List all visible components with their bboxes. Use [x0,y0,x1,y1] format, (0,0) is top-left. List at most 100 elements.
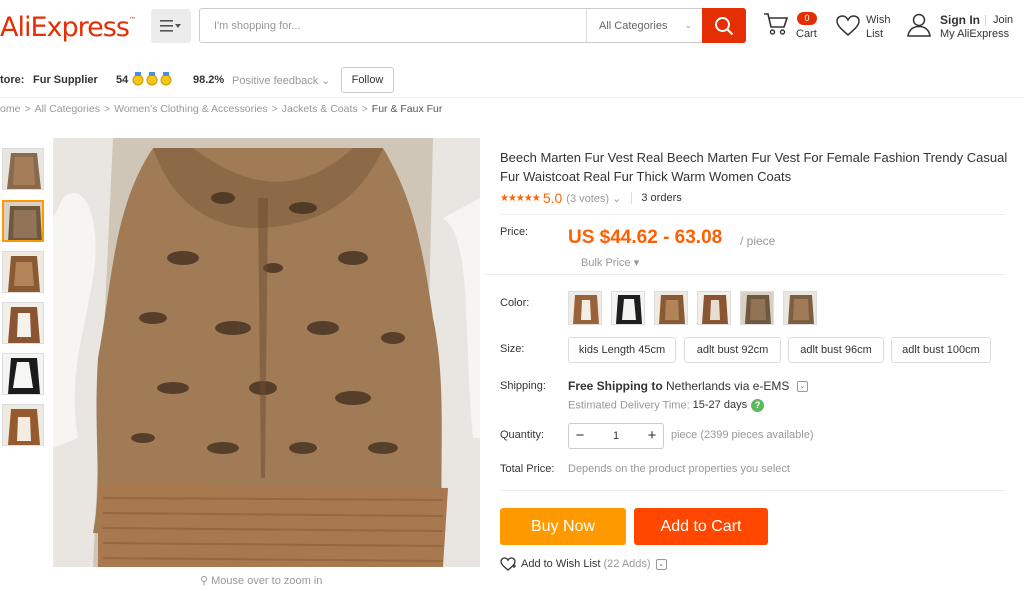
quantity-stepper: − 1 + [568,423,664,449]
search-input[interactable] [200,9,586,42]
category-menu-button[interactable] [151,9,191,43]
wish-label-line-1: Wish [866,14,891,26]
free-shipping-text: Free Shipping to [568,379,663,393]
store-score: 54 [116,74,129,86]
caret-down-icon: ▾ [633,257,640,269]
size-label: Size: [500,343,525,355]
divider [500,214,1005,215]
star-rating-icon: ★★★★★ [500,192,541,204]
thumbnail-1[interactable] [2,148,44,190]
main-product-image[interactable] [53,138,480,567]
breadcrumb-jackets-coats[interactable]: Jackets & Coats [282,103,358,115]
color-swatch-3[interactable] [654,291,688,325]
add-to-cart-button[interactable]: Add to Cart [634,508,768,545]
breadcrumb-all-categories[interactable]: All Categories [35,103,100,115]
product-rating: ★★★★★ 5.0 (3 votes) ⌄ 3 orders [500,190,682,206]
breadcrumb-separator: > [103,103,111,115]
feedback-label-text: Positive feedback [232,75,319,87]
breadcrumb-womens-clothing[interactable]: Women's Clothing & Accessories [114,103,268,115]
shipping-dropdown-icon[interactable]: ⌄ [796,381,808,393]
color-swatch-5[interactable] [740,291,774,325]
cart-label[interactable]: Cart [796,27,817,41]
shipping-info: Free Shipping to Netherlands via e-EMS ⌄ [568,379,808,393]
search-icon [715,16,734,35]
quantity-input[interactable]: 1 [591,424,641,448]
follow-button[interactable]: Follow [341,67,394,93]
cart-count-badge: 0 [797,12,817,25]
shipping-destination[interactable]: Netherlands via e-EMS [666,379,789,393]
user-icon[interactable] [907,13,931,37]
medal-icon [132,72,172,86]
thumbnail-2[interactable] [2,200,44,242]
divider [484,274,1005,275]
delivery-estimate: Estimated Delivery Time: 15-27 days? [568,399,765,412]
wish-label-line-2: List [866,28,884,40]
chevron-down-icon: ⌄ [612,192,622,205]
product-title: Beech Marten Fur Vest Real Beech Marten … [500,150,1008,184]
aliexpress-logo[interactable]: AliExpress™ [0,12,136,43]
votes-text: (3 votes) [566,192,610,205]
store-prefix: tore: [0,74,25,86]
size-option-1[interactable]: kids Length 45cm [568,337,676,363]
cart-icon[interactable] [763,12,789,36]
thumbnail-6[interactable] [2,404,44,446]
wish-list-label[interactable]: Wish List [866,13,890,41]
breadcrumb: ome > All Categories > Women's Clothing & Ac… [0,103,442,115]
color-swatch-2[interactable] [611,291,645,325]
bulk-price-toggle[interactable]: Bulk Price ▾ [581,256,639,269]
quantity-label: Quantity: [500,429,545,441]
breadcrumb-separator: > [361,103,368,115]
category-select[interactable]: All Categories ⌄ [586,9,704,42]
increase-quantity-button[interactable]: + [641,424,663,448]
feedback-label[interactable]: Positive feedback ⌄ [232,74,331,87]
header: AliExpress™ All Categories ⌄ 0 Cart Wish… [0,0,1024,60]
magnifier-icon: ⚲ [200,575,209,587]
chevron-down-icon: ⌄ [321,75,331,87]
my-aliexpress-link[interactable]: My AliExpress [940,27,1009,41]
size-option-4[interactable]: adlt bust 100cm [891,337,991,363]
logo-text: AliExpress [0,12,130,43]
thumbnail-3[interactable] [2,251,44,293]
logo-trademark: ™ [128,16,136,24]
eta-days: 15-27 days [692,399,748,412]
wishlist-count: (22 Adds) [603,558,651,570]
search-button[interactable] [702,8,746,43]
orders-count: 3 orders [641,192,682,204]
color-swatch-4[interactable] [697,291,731,325]
sign-in-link[interactable]: Sign In [940,13,980,27]
heart-plus-icon [500,557,516,571]
thumbnail-4[interactable] [2,302,44,344]
divider [631,192,633,204]
size-option-3[interactable]: adlt bust 96cm [788,337,884,363]
help-icon[interactable]: ? [751,399,765,412]
shipping-label: Shipping: [500,380,546,392]
breadcrumb-separator: > [24,103,31,115]
zoom-hint: ⚲ Mouse over to zoom in [200,574,322,587]
size-option-2[interactable]: adlt bust 92cm [684,337,781,363]
heart-icon[interactable] [836,15,860,37]
thumbnail-5[interactable] [2,353,44,395]
price-label: Price: [500,226,529,238]
votes-count[interactable]: (3 votes) ⌄ [566,192,621,205]
chevron-down-icon: ⌄ [684,20,692,30]
total-price-label: Total Price: [500,463,555,475]
rating-value: 5.0 [542,190,563,206]
divider [500,490,1005,491]
search-bar: All Categories ⌄ [199,8,746,43]
join-link[interactable]: Join [993,13,1013,27]
buy-now-button[interactable]: Buy Now [500,508,626,545]
store-name[interactable]: Fur Supplier [33,74,98,86]
color-swatch-1[interactable] [568,291,602,325]
breadcrumb-fur[interactable]: Fur & Faux Fur [372,103,443,115]
breadcrumb-home[interactable]: ome [0,103,20,115]
eta-label: Estimated Delivery Time: [568,399,690,412]
price-unit: / piece [740,234,776,248]
color-label: Color: [500,297,530,309]
wishlist-dropdown-icon[interactable]: ⌄ [655,558,667,570]
total-price-hint: Depends on the product properties you se… [568,463,790,475]
wishlist-label: Add to Wish List [521,558,601,570]
add-to-wishlist[interactable]: Add to Wish List (22 Adds) ⌄ [500,557,667,571]
decrease-quantity-button[interactable]: − [569,424,591,448]
color-swatch-6[interactable] [783,291,817,325]
breadcrumb-separator: > [271,103,278,115]
